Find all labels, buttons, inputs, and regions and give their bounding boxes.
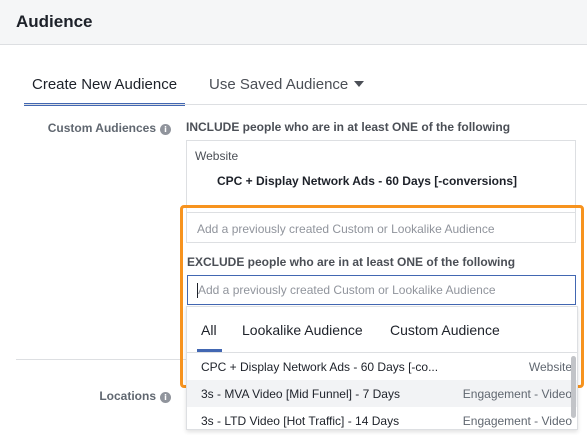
custom-audiences-label: Custom Audiences i bbox=[48, 121, 171, 135]
caret-down-icon bbox=[354, 81, 365, 87]
option-type: Engagement - Video bbox=[462, 414, 572, 428]
dropdown-tab-all[interactable]: All bbox=[201, 322, 217, 338]
tab-use-saved-audience[interactable]: Use Saved Audience bbox=[209, 73, 365, 106]
tab-saved-label: Use Saved Audience bbox=[209, 76, 349, 93]
exclude-audience-input[interactable] bbox=[188, 276, 575, 304]
include-heading: INCLUDE people who are in at least ONE o… bbox=[186, 120, 511, 134]
dropdown-tab-custom[interactable]: Custom Audience bbox=[390, 322, 500, 338]
section-divider bbox=[16, 359, 206, 360]
dropdown-tabs: All Lookalike Audience Custom Audience bbox=[187, 307, 577, 353]
exclude-audience-input-wrap bbox=[187, 275, 576, 305]
text-cursor bbox=[197, 283, 198, 298]
audience-header: Audience bbox=[0, 0, 587, 45]
exclude-heading: EXCLUDE people who are in at least ONE o… bbox=[187, 255, 516, 269]
option-name: 3s - LTD Video [Hot Traffic] - 14 Days bbox=[201, 414, 400, 428]
dropdown-tab-lookalike[interactable]: Lookalike Audience bbox=[242, 322, 363, 338]
info-icon[interactable]: i bbox=[160, 124, 171, 135]
dropdown-option[interactable]: CPC + Display Network Ads - 60 Days [-co… bbox=[187, 353, 577, 380]
info-icon[interactable]: i bbox=[160, 392, 171, 403]
included-audience-item[interactable]: CPC + Display Network Ads - 60 Days [-co… bbox=[217, 173, 537, 189]
option-type: Website bbox=[528, 360, 572, 374]
locations-label-text: Locations bbox=[99, 389, 156, 403]
tabs-divider bbox=[24, 104, 587, 105]
option-name: CPC + Display Network Ads - 60 Days [-co… bbox=[201, 360, 439, 374]
active-tab-indicator bbox=[197, 349, 222, 352]
dropdown-option[interactable]: 3s - MVA Video [Mid Funnel] - 7 Days Eng… bbox=[187, 380, 577, 407]
option-type: Engagement - Video bbox=[462, 387, 572, 401]
tab-create-new-audience[interactable]: Create New Audience bbox=[24, 73, 185, 106]
tab-create-label: Create New Audience bbox=[32, 76, 178, 93]
custom-audiences-label-text: Custom Audiences bbox=[47, 121, 156, 135]
dropdown-option[interactable]: 3s - LTD Video [Hot Traffic] - 14 Days E… bbox=[187, 407, 577, 434]
option-name: 3s - MVA Video [Mid Funnel] - 7 Days bbox=[201, 387, 400, 401]
dropdown-scrollbar[interactable] bbox=[571, 356, 576, 418]
audience-dropdown: All Lookalike Audience Custom Audience C… bbox=[186, 306, 578, 430]
include-group-label: Website bbox=[195, 149, 239, 163]
page-title: Audience bbox=[16, 12, 93, 31]
locations-label: Locations i bbox=[99, 389, 171, 403]
